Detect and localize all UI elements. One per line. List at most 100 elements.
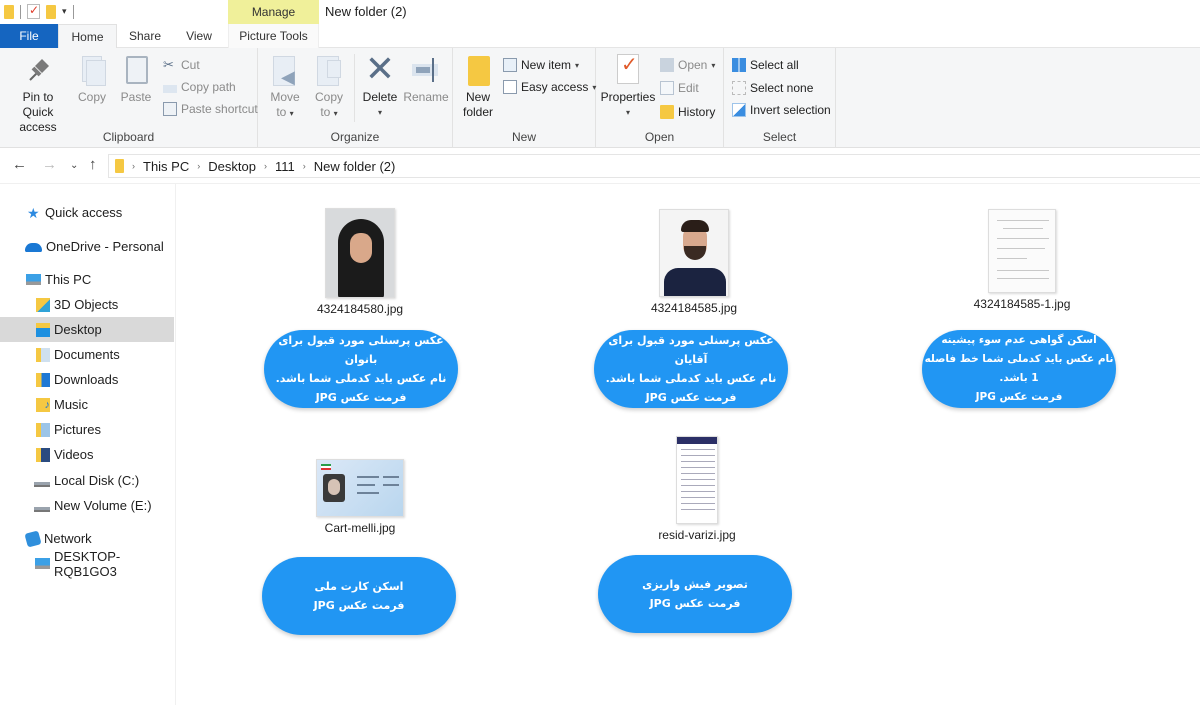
sidebar-item-pictures[interactable]: Pictures	[0, 417, 174, 442]
instruction-note: عکس پرسنلی مورد قبول برای بانوان نام عکس…	[264, 330, 458, 408]
select-all-button[interactable]: Select all	[732, 55, 799, 75]
paste-button[interactable]: Paste	[116, 54, 156, 105]
receipt-line	[681, 503, 715, 504]
sidebar-item-label: New Volume (E:)	[54, 498, 152, 513]
forward-arrow-icon[interactable]: →	[42, 156, 57, 173]
file-item[interactable]: 4324184585.jpg	[594, 209, 794, 315]
easy-access-button[interactable]: Easy access ▾	[503, 77, 596, 97]
note-line: فرمت عکس JPG	[315, 391, 407, 404]
portrait-hair	[681, 220, 709, 232]
clipboard-group-label: Clipboard	[102, 130, 155, 144]
recent-locations-chevron-icon[interactable]: ⌄	[70, 160, 78, 171]
up-arrow-icon[interactable]: ↑	[89, 156, 97, 173]
properties-icon[interactable]	[27, 3, 40, 19]
tab-share[interactable]: Share	[120, 24, 170, 48]
sidebar-item-desktop[interactable]: Desktop	[0, 317, 174, 342]
move-to-button[interactable]: ◀ Move to ▾	[266, 54, 304, 121]
file-item[interactable]: Cart-melli.jpg	[260, 459, 460, 535]
breadcrumb-this-pc[interactable]: This PC	[143, 159, 189, 174]
receipt-line	[681, 485, 715, 486]
copy-icon	[76, 54, 108, 86]
sidebar-item-label: Network	[44, 531, 92, 546]
sidebar-item-local-disk-c[interactable]: Local Disk (C:)	[0, 468, 174, 493]
properties-label: Properties	[600, 90, 656, 104]
chevron-right-icon[interactable]: ›	[197, 161, 200, 171]
tab-picture-tools[interactable]: Picture Tools	[228, 24, 319, 48]
select-none-button[interactable]: Select none	[732, 78, 813, 98]
new-folder-icon[interactable]	[46, 4, 56, 19]
receipt-line	[681, 455, 715, 456]
card-line	[357, 492, 379, 494]
new-item-button[interactable]: New item ▾	[503, 55, 579, 75]
sidebar-item-downloads[interactable]: Downloads	[0, 367, 174, 392]
tab-view[interactable]: View	[176, 24, 222, 48]
sidebar-item-label: This PC	[45, 272, 92, 287]
chevron-right-icon[interactable]: ›	[264, 161, 267, 171]
sidebar-item-this-pc[interactable]: This PC	[0, 267, 174, 292]
note-line: فرمت عکس JPG	[649, 597, 741, 610]
copy-to-button[interactable]: Copy to ▾	[310, 54, 348, 121]
file-item[interactable]: 4324184580.jpg	[260, 208, 460, 316]
copy-path-button[interactable]: Copy path	[163, 77, 236, 97]
new-folder-button[interactable]: New folder	[459, 54, 497, 120]
pin-to-quick-access-button[interactable]: Pin to Quick access	[6, 54, 70, 135]
copy-path-icon	[163, 84, 177, 93]
sidebar-item-quick-access[interactable]: ★ Quick access	[0, 200, 174, 225]
breadcrumb-desktop[interactable]: Desktop	[208, 159, 256, 174]
file-item[interactable]: resid-varizi.jpg	[597, 436, 797, 542]
sidebar-item-documents[interactable]: Documents	[0, 342, 174, 367]
tab-home[interactable]: Home	[58, 24, 117, 49]
instruction-note: عکس پرسنلی مورد قبول برای آقایان نام عکس…	[594, 330, 788, 408]
chevron-right-icon[interactable]: ›	[132, 161, 135, 171]
note-line: نام عکس باید کدملی شما خط فاصله 1 باشد.	[924, 353, 1114, 384]
sidebar-item-new-volume-e[interactable]: New Volume (E:)	[0, 493, 174, 518]
doc-line	[997, 238, 1049, 239]
receipt-line	[681, 509, 715, 510]
history-button[interactable]: History	[660, 102, 715, 122]
address-bar[interactable]: › This PC › Desktop › 111 › New folder (…	[108, 154, 1200, 178]
paste-label: Paste	[120, 90, 152, 104]
properties-button[interactable]: ✓ Properties ▾	[600, 54, 656, 120]
sidebar-item-label: Desktop	[54, 322, 102, 337]
cut-label: Cut	[181, 58, 200, 72]
drive-icon	[34, 478, 50, 487]
invert-selection-button[interactable]: Invert selection	[732, 100, 831, 120]
paste-shortcut-button[interactable]: Paste shortcut	[163, 99, 258, 119]
quick-access-toolbar: ▾	[4, 3, 74, 19]
doc-line	[997, 248, 1045, 249]
window-title: New folder (2)	[325, 4, 407, 19]
sidebar-item-music[interactable]: ♪ Music	[0, 392, 174, 417]
note-line: اسکن گواهی عدم سوء پیشینه	[941, 334, 1097, 346]
rename-button[interactable]: Rename	[402, 54, 450, 105]
card-line	[357, 476, 379, 478]
back-arrow-icon[interactable]: ←	[12, 156, 27, 173]
copy-button[interactable]: Copy	[74, 54, 110, 105]
card-line	[383, 484, 399, 486]
file-list: 4324184580.jpg عکس پرسنلی مورد قبول برای…	[177, 184, 1200, 705]
breadcrumb-111[interactable]: 111	[275, 159, 295, 174]
sidebar-item-network[interactable]: Network	[0, 526, 174, 551]
star-icon: ★	[27, 204, 40, 221]
note-line: فرمت عکس JPG	[645, 391, 737, 404]
sidebar-item-label: Quick access	[45, 205, 123, 220]
rename-icon	[410, 54, 442, 86]
cut-button[interactable]: ✂ Cut	[163, 55, 200, 75]
open-button[interactable]: Open ▾	[660, 55, 715, 75]
delete-button[interactable]: ✕ Delete ▾	[360, 51, 400, 120]
manage-context-tab[interactable]: Manage	[228, 0, 319, 24]
navigation-pane: ★ Quick access OneDrive - Personal This …	[0, 184, 176, 705]
doc-line	[1003, 228, 1043, 229]
sidebar-item-3d-objects[interactable]: 3D Objects	[0, 292, 174, 317]
portrait-shirt	[664, 268, 726, 296]
edit-button[interactable]: Edit	[660, 78, 699, 98]
breadcrumb-current-folder[interactable]: New folder (2)	[314, 159, 396, 174]
sidebar-item-videos[interactable]: Videos	[0, 442, 174, 467]
sidebar-item-desktop-rqb1go3[interactable]: DESKTOP-RQB1GO3	[0, 549, 174, 579]
chevron-right-icon[interactable]: ›	[303, 161, 306, 171]
file-item[interactable]: 4324184585-1.jpg	[922, 209, 1122, 311]
sidebar-item-onedrive[interactable]: OneDrive - Personal	[0, 234, 174, 259]
customize-toolbar-dropdown-icon[interactable]: ▾	[62, 6, 67, 17]
copy-to-label-line2: to ▾	[310, 105, 348, 121]
tab-file[interactable]: File	[0, 24, 58, 48]
pin-label-line1: Pin to Quick	[22, 90, 54, 119]
